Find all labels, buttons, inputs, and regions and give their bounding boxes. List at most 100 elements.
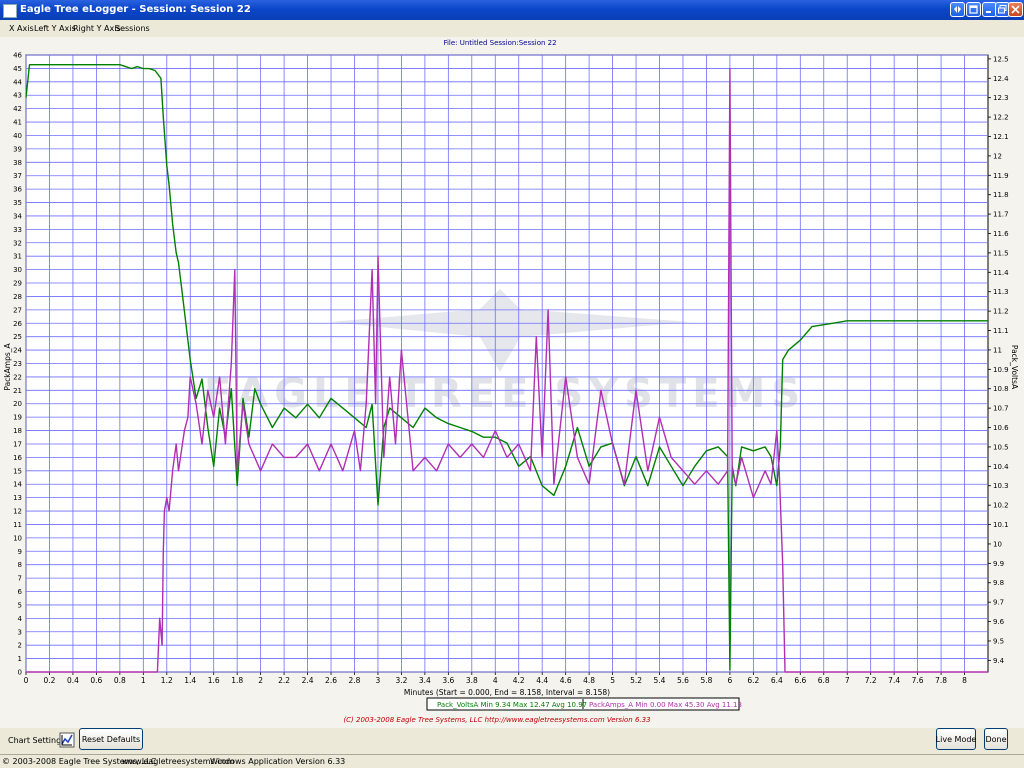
x-tick-label: 8: [962, 676, 967, 685]
y-right-axis-label: Pack_VoltsA: [1010, 345, 1019, 390]
y-left-tick-label: 19: [13, 414, 22, 422]
menu-left-y-axis[interactable]: Left Y Axis: [34, 24, 76, 33]
x-tick-label: 1: [141, 676, 146, 685]
y-left-tick-label: 20: [13, 400, 22, 408]
y-right-tick-label: 9.4: [993, 657, 1005, 665]
y-left-tick-label: 26: [13, 320, 22, 328]
y-right-tick-label: 11.3: [993, 288, 1009, 296]
window-title: Eagle Tree eLogger - Session: Session 22: [20, 4, 251, 15]
x-tick-label: 3.2: [395, 676, 407, 685]
y-right-tick-label: 11.7: [993, 211, 1009, 219]
y-left-axis-label: PackAmps_A: [3, 343, 12, 391]
y-left-tick-label: 29: [13, 280, 22, 288]
y-left-tick-label: 45: [13, 65, 22, 73]
x-tick-label: 4.4: [536, 676, 548, 685]
y-right-tick-label: 11.5: [993, 249, 1009, 257]
x-tick-label: 2.2: [278, 676, 290, 685]
x-tick-label: 2.4: [302, 676, 314, 685]
chart-header: File: Untitled Session:Session 22: [443, 39, 556, 47]
watermark: EAGLE TREE SYSTEMS: [204, 371, 806, 417]
y-right-tick-label: 9.9: [993, 560, 1004, 568]
reset-defaults-button[interactable]: Reset Defaults: [79, 728, 143, 750]
chart-svg: File: Untitled Session:Session 22 EAGLE T…: [3, 39, 1019, 724]
menu-x-axis[interactable]: X Axis: [9, 24, 34, 33]
y-left-tick-label: 18: [13, 427, 22, 435]
x-tick-label: 1.4: [184, 676, 196, 685]
x-tick-label: 3.6: [442, 676, 454, 685]
y-left-tick-label: 43: [13, 92, 22, 100]
y-left-tick-label: 36: [13, 186, 22, 194]
y-right-tick-label: 11.8: [993, 191, 1009, 199]
y-left-tick-label: 27: [13, 306, 22, 314]
x-tick-label: 2.6: [325, 676, 337, 685]
legend-entry-volts: Pack_VoltsA Min 9.34 Max 12.47 Avg 10.97: [437, 701, 587, 709]
y-left-tick-label: 25: [13, 333, 22, 341]
y-right-tick-label: 10.5: [993, 443, 1009, 451]
x-tick-label: 6: [728, 676, 733, 685]
y-left-tick-label: 37: [13, 172, 22, 180]
x-tick-label: 4.2: [513, 676, 525, 685]
x-tick-label: 3: [376, 676, 381, 685]
y-left-tick-label: 10: [13, 534, 22, 542]
chart-copyright: (C) 2003-2008 Eagle Tree Systems, LLC ht…: [343, 716, 650, 724]
x-tick-label: 3.4: [419, 676, 431, 685]
y-left-tick-label: 11: [13, 521, 22, 529]
y-right-tick-label: 9.8: [993, 579, 1004, 587]
y-right-tick-label: 10.4: [993, 463, 1009, 471]
y-left-tick-label: 12: [13, 508, 22, 516]
y-left-tick-label: 5: [18, 601, 22, 609]
tile-icon[interactable]: [966, 2, 981, 17]
y-right-tick-label: 11: [993, 346, 1002, 354]
y-right-tick-label: 10.6: [993, 424, 1009, 432]
x-tick-label: 0.2: [43, 676, 55, 685]
y-left-tick-label: 39: [13, 145, 22, 153]
y-right-tick-label: 10.2: [993, 502, 1009, 510]
y-left-tick-label: 9: [18, 548, 22, 556]
app-icon: [3, 4, 17, 18]
y-left-tick-label: 32: [13, 239, 22, 247]
x-tick-label: 5.6: [677, 676, 689, 685]
live-mode-button[interactable]: Live Mode: [936, 728, 976, 750]
y-right-tick-label: 10.7: [993, 405, 1009, 413]
y-left-tick-label: 14: [13, 481, 22, 489]
x-tick-label: 4.8: [583, 676, 595, 685]
x-tick-label: 2: [258, 676, 263, 685]
y-left-tick-label: 8: [18, 561, 22, 569]
x-tick-label: 7.4: [888, 676, 900, 685]
y-left-tick-label: 17: [13, 440, 22, 448]
x-tick-label: 2.8: [349, 676, 361, 685]
y-right-tick-label: 12: [993, 152, 1002, 160]
y-right-tick-label: 9.6: [993, 618, 1005, 626]
y-left-tick-label: 21: [13, 387, 22, 395]
y-left-tick-label: 33: [13, 226, 22, 234]
x-tick-label: 6.2: [747, 676, 759, 685]
y-right-tick-label: 10.1: [993, 521, 1009, 529]
chart-settings-icon[interactable]: [59, 732, 75, 748]
y-left-tick-label: 42: [13, 105, 22, 113]
y-right-tick-label: 10: [993, 540, 1002, 548]
chart-panel: File: Untitled Session:Session 22 EAGLE T…: [0, 37, 1024, 728]
menu-sessions[interactable]: Sessions: [115, 24, 150, 33]
restore-icon[interactable]: [950, 2, 965, 17]
y-right-tick-label: 11.1: [993, 327, 1009, 335]
x-tick-label: 0.6: [90, 676, 102, 685]
close-icon[interactable]: [1008, 2, 1023, 17]
y-right-tick-label: 12.4: [993, 75, 1009, 83]
bottom-toolbar: Chart Settings: Reset Defaults Live Mode…: [0, 728, 1024, 754]
y-left-tick-label: 1: [18, 655, 22, 663]
menu-right-y-axis[interactable]: Right Y Axis: [73, 24, 121, 33]
y-right-tick-label: 12.3: [993, 94, 1009, 102]
done-button[interactable]: Done: [984, 728, 1008, 750]
y-right-tick-label: 9.5: [993, 637, 1004, 645]
x-tick-label: 7.6: [912, 676, 924, 685]
x-tick-label: 1.6: [208, 676, 220, 685]
y-right-tick-label: 11.6: [993, 230, 1009, 238]
x-tick-label: 7: [845, 676, 850, 685]
x-tick-label: 0: [24, 676, 29, 685]
y-left-tick-label: 16: [13, 454, 22, 462]
x-tick-label: 6.6: [794, 676, 806, 685]
y-left-tick-label: 31: [13, 253, 22, 261]
x-tick-label: 3.8: [466, 676, 478, 685]
y-left-tick-label: 4: [18, 615, 23, 623]
y-right-tick-label: 10.9: [993, 366, 1009, 374]
